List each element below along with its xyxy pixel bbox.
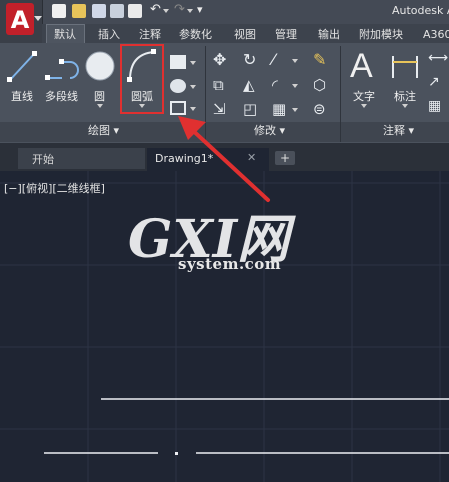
red-arrow-annotation	[178, 116, 270, 202]
trim-icon[interactable]: ⁄	[272, 50, 275, 69]
rectangle-dropdown-icon[interactable]	[190, 61, 196, 65]
tab-a360[interactable]: A360	[423, 26, 449, 43]
undo-dropdown-icon[interactable]	[163, 9, 169, 13]
undo-icon[interactable]: ↶	[150, 2, 161, 17]
window-title: Autodesk A	[392, 4, 449, 17]
circle-icon[interactable]	[84, 50, 116, 84]
offset-icon[interactable]: ⊜	[313, 100, 326, 118]
array-dropdown-icon[interactable]	[292, 108, 298, 112]
circle-dropdown-icon[interactable]	[97, 104, 103, 108]
panel-separator	[340, 46, 341, 142]
rectangle-icon[interactable]	[170, 55, 186, 69]
save-icon[interactable]	[92, 4, 106, 18]
hatch-dropdown-icon[interactable]	[190, 85, 196, 89]
dimension-icon[interactable]	[390, 52, 420, 82]
tab-parametric[interactable]: 参数化	[179, 26, 212, 43]
arc-icon[interactable]	[124, 48, 160, 84]
open-folder-icon[interactable]	[72, 4, 86, 18]
circle-label[interactable]: 圆	[94, 88, 105, 104]
fillet-icon[interactable]: ◜	[272, 76, 278, 94]
table-icon[interactable]: ▦	[428, 98, 441, 114]
erase-icon[interactable]: ✎	[313, 50, 326, 69]
application-menu-button[interactable]: A	[0, 0, 43, 43]
polyline-icon[interactable]	[44, 50, 80, 84]
hatch-icon[interactable]	[170, 79, 186, 93]
copy-icon[interactable]: ⧉	[213, 76, 224, 94]
mirror-icon[interactable]: ◭	[243, 76, 255, 94]
print-icon[interactable]	[128, 4, 142, 18]
tab-default[interactable]: 默认	[54, 26, 76, 43]
tab-manage[interactable]: 管理	[275, 26, 297, 43]
draw-panel-title-text: 绘图	[88, 124, 110, 137]
tab-view[interactable]: 视图	[234, 26, 256, 43]
text-icon[interactable]: A	[350, 47, 373, 85]
watermark-subtitle: system.com	[178, 255, 282, 273]
customize-qat-icon[interactable]: ▾	[197, 3, 203, 16]
chevron-down-icon	[34, 16, 42, 21]
polyline-label[interactable]: 多段线	[45, 88, 78, 104]
line-label[interactable]: 直线	[11, 88, 33, 104]
arc-dropdown-icon[interactable]	[139, 104, 145, 108]
annotation-panel-title-text: 注释	[383, 124, 405, 137]
rotate-icon[interactable]: ↻	[243, 50, 256, 69]
line-icon[interactable]	[6, 50, 38, 84]
draw-panel-title[interactable]: 绘图 ▾	[88, 124, 119, 138]
tab-output[interactable]: 输出	[318, 26, 340, 43]
doc-tab-start-label: 开始	[32, 153, 54, 166]
save-as-icon[interactable]	[110, 4, 124, 18]
leader-icon[interactable]: ↗	[428, 74, 440, 90]
linear-dim-icon[interactable]: ⟷	[428, 50, 448, 66]
tab-annotate[interactable]: 注释	[139, 26, 161, 43]
new-file-icon[interactable]	[52, 4, 66, 18]
tab-insert[interactable]: 插入	[98, 26, 120, 43]
tab-addins[interactable]: 附加模块	[359, 26, 403, 43]
fillet-dropdown-icon[interactable]	[292, 84, 298, 88]
title-bar	[0, 0, 449, 24]
text-label[interactable]: 文字	[353, 88, 375, 104]
trim-dropdown-icon[interactable]	[292, 59, 298, 63]
autocad-logo-icon: A	[6, 3, 34, 35]
move-icon[interactable]: ✥	[213, 50, 226, 69]
text-dropdown-icon[interactable]	[361, 104, 367, 108]
dimension-dropdown-icon[interactable]	[402, 104, 408, 108]
redo-dropdown-icon[interactable]	[187, 9, 193, 13]
doc-tab-start[interactable]: 开始	[18, 148, 145, 169]
dimension-label[interactable]: 标注	[394, 88, 416, 104]
explode-icon[interactable]: ⬡	[313, 76, 326, 94]
annotation-panel-title[interactable]: 注释 ▾	[383, 124, 414, 138]
redo-icon[interactable]: ↷	[174, 2, 185, 17]
viewport-controls[interactable]: [−][俯视][二维线框]	[4, 180, 105, 196]
